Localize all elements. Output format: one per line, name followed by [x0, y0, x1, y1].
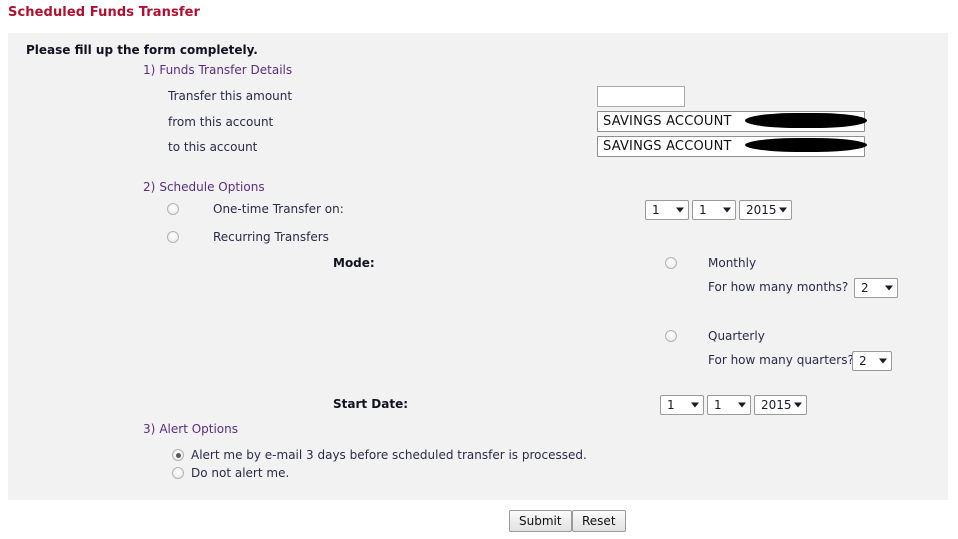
section-label-1: Funds Transfer Details	[159, 63, 292, 77]
one-time-year-select[interactable]: 2015	[739, 200, 792, 220]
label-start-date: Start Date:	[333, 397, 408, 411]
months-count-select[interactable]: 2	[854, 278, 898, 298]
to-account-select[interactable]: SAVINGS ACCOUNT	[597, 136, 865, 157]
quarters-count-value: 2	[853, 354, 867, 368]
chevron-down-icon	[779, 208, 787, 213]
form-panel: Please fill up the form completely. 1) Fu…	[8, 33, 948, 500]
label-to-account: to this account	[168, 140, 257, 154]
start-date-day-value: 1	[708, 398, 722, 412]
radio-do-not-alert[interactable]	[172, 467, 184, 479]
one-time-month-select[interactable]: 1	[645, 200, 689, 220]
one-time-day-value: 1	[693, 203, 707, 217]
one-time-day-select[interactable]: 1	[692, 200, 736, 220]
label-recurring-transfers: Recurring Transfers	[213, 230, 329, 244]
label-how-many-months: For how many months?	[708, 280, 848, 294]
radio-alert-by-email[interactable]	[172, 449, 184, 461]
label-how-many-quarters: For how many quarters?	[708, 353, 854, 367]
months-count-value: 2	[855, 281, 869, 295]
radio-monthly[interactable]	[665, 257, 677, 269]
chevron-down-icon	[850, 144, 858, 149]
start-date-year-select[interactable]: 2015	[754, 395, 807, 415]
chevron-down-icon	[850, 119, 858, 124]
section-number-2: 2)	[143, 180, 155, 194]
chevron-down-icon	[738, 403, 746, 408]
section-heading-schedule-options: 2) Schedule Options	[143, 180, 265, 194]
reset-button[interactable]: Reset	[572, 510, 626, 532]
radio-quarterly[interactable]	[665, 330, 677, 342]
instruction-text: Please fill up the form completely.	[26, 43, 258, 57]
chevron-down-icon	[676, 208, 684, 213]
label-alert-by-email: Alert me by e-mail 3 days before schedul…	[191, 448, 587, 462]
submit-button[interactable]: Submit	[509, 510, 572, 532]
chevron-down-icon	[879, 359, 887, 364]
radio-one-time-transfer[interactable]	[167, 203, 179, 215]
label-mode: Mode:	[333, 256, 375, 270]
from-account-selected-value: SAVINGS ACCOUNT	[598, 114, 732, 129]
chevron-down-icon	[723, 208, 731, 213]
section-number-1: 1)	[143, 63, 155, 77]
start-date-year-value: 2015	[755, 398, 792, 412]
chevron-down-icon	[794, 403, 802, 408]
to-account-selected-value: SAVINGS ACCOUNT	[598, 139, 732, 154]
radio-recurring-transfers[interactable]	[167, 231, 179, 243]
chevron-down-icon	[691, 403, 699, 408]
section-number-3: 3)	[143, 422, 155, 436]
quarters-count-select[interactable]: 2	[852, 351, 892, 371]
label-one-time-transfer: One-time Transfer on:	[213, 202, 344, 216]
label-from-account: from this account	[168, 115, 273, 129]
start-date-month-select[interactable]: 1	[660, 395, 704, 415]
page-title: Scheduled Funds Transfer	[8, 5, 200, 20]
section-label-3: Alert Options	[159, 422, 238, 436]
label-transfer-amount: Transfer this amount	[168, 89, 292, 103]
one-time-year-value: 2015	[740, 203, 777, 217]
one-time-month-value: 1	[646, 203, 660, 217]
section-heading-funds-transfer-details: 1) Funds Transfer Details	[143, 63, 292, 77]
start-date-day-select[interactable]: 1	[707, 395, 751, 415]
section-heading-alert-options: 3) Alert Options	[143, 422, 238, 436]
label-quarterly: Quarterly	[708, 329, 765, 343]
start-date-month-value: 1	[661, 398, 675, 412]
section-label-2: Schedule Options	[159, 180, 264, 194]
chevron-down-icon	[885, 286, 893, 291]
from-account-select[interactable]: SAVINGS ACCOUNT	[597, 111, 865, 132]
label-monthly: Monthly	[708, 256, 756, 270]
label-do-not-alert: Do not alert me.	[191, 466, 289, 480]
transfer-amount-input[interactable]	[597, 86, 685, 107]
